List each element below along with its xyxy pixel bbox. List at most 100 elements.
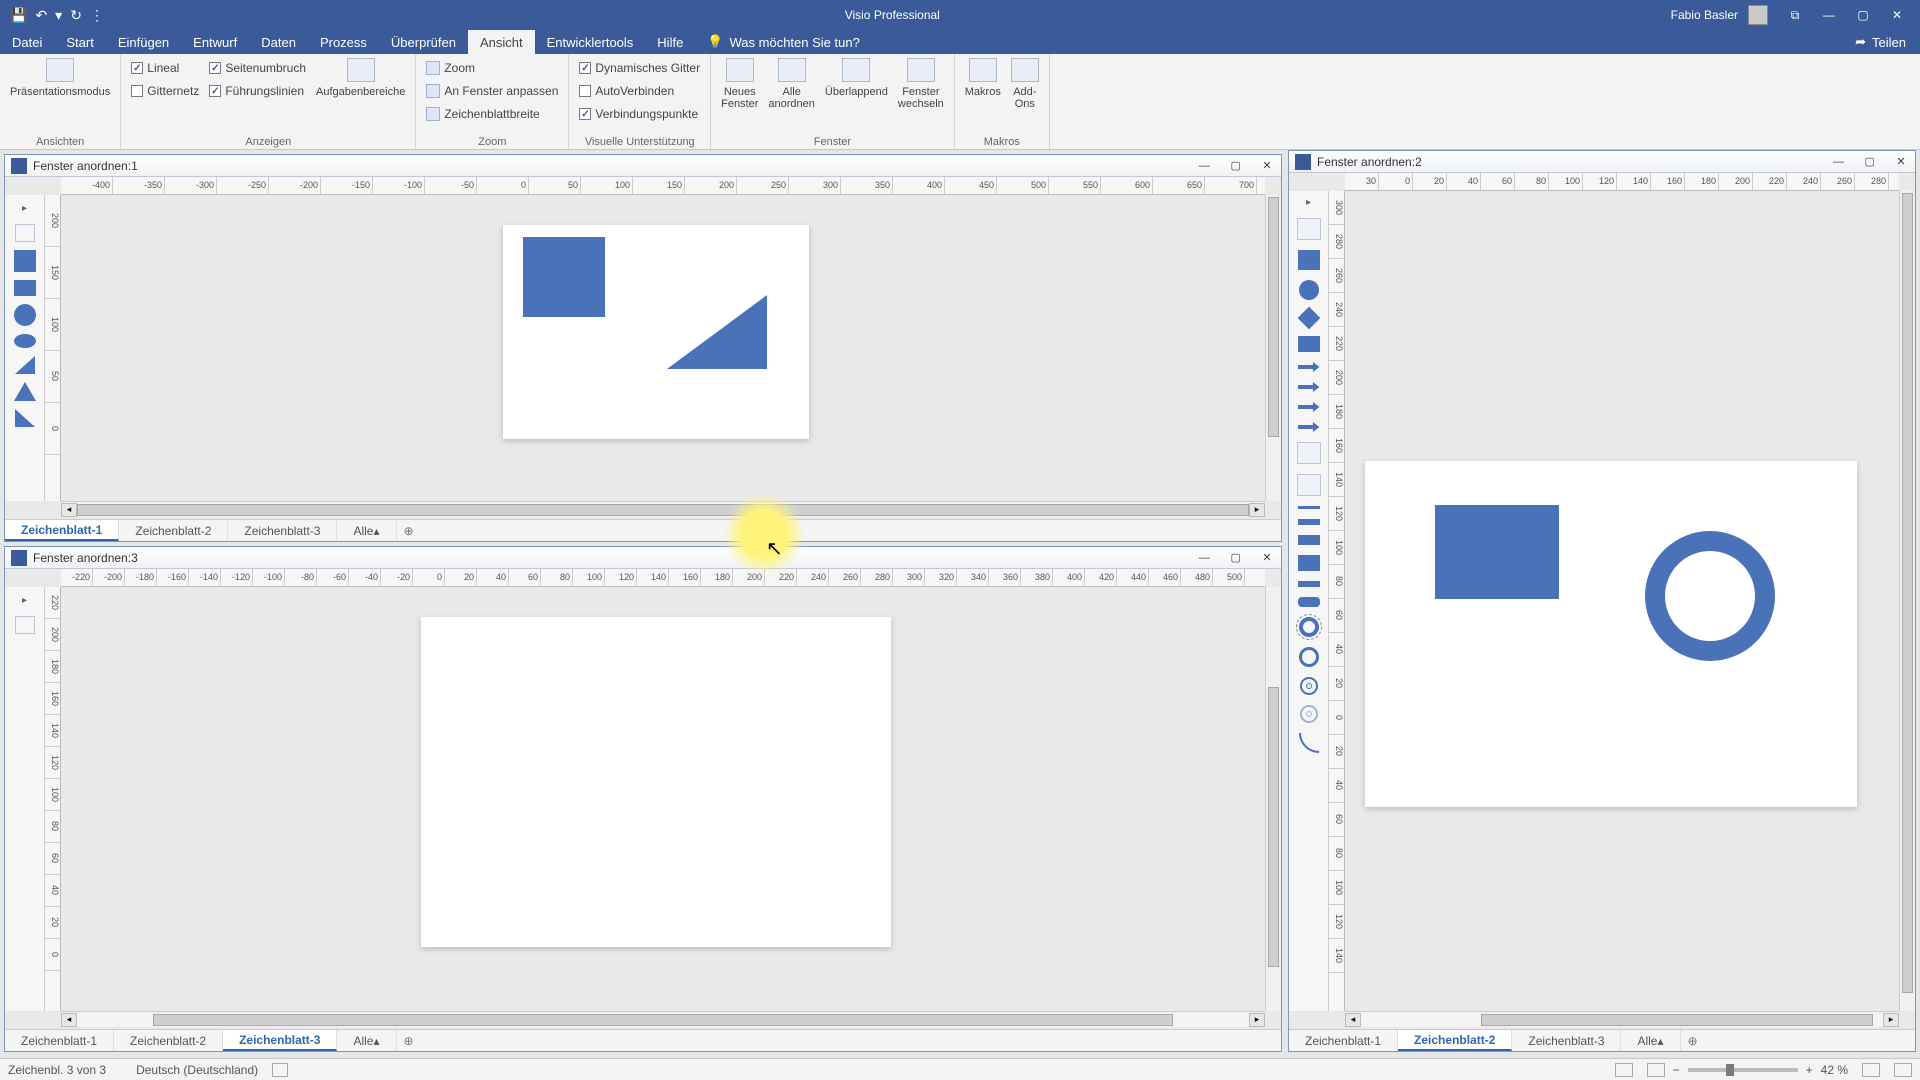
hscroll3-left-icon[interactable]: ◂ bbox=[61, 1013, 77, 1027]
hscrollbar-3[interactable]: ◂ ▸ bbox=[61, 1011, 1265, 1027]
ruler-vertical-3[interactable]: 220200180160140120100806040200 bbox=[45, 587, 61, 1011]
shape-right-triangle-2[interactable] bbox=[15, 409, 35, 427]
arrange-all-button[interactable]: Alle anordnen bbox=[768, 58, 815, 110]
doc2-close[interactable]: ✕ bbox=[1887, 150, 1915, 172]
undo-icon[interactable]: ↶ bbox=[35, 7, 47, 24]
ruler-vertical[interactable]: 200150100500 bbox=[45, 195, 61, 501]
ruler-horizontal-2[interactable]: 3002040608010012014016018020022024026028… bbox=[1345, 173, 1899, 191]
sp-pill[interactable] bbox=[1298, 597, 1320, 607]
gitternetz-checkbox[interactable]: Gitternetz bbox=[131, 81, 199, 101]
share-button[interactable]: ➦ Teilen bbox=[1841, 30, 1920, 54]
hscroll2-left-icon[interactable]: ◂ bbox=[1345, 1013, 1361, 1027]
add-tab-3[interactable]: ⊕ bbox=[397, 1030, 421, 1051]
shape-rect[interactable] bbox=[14, 280, 36, 296]
shape-blue-rectangle[interactable] bbox=[1435, 505, 1559, 599]
shape-blue-triangle[interactable] bbox=[667, 295, 767, 369]
sp-diamond[interactable] bbox=[1297, 307, 1320, 330]
shape-blue-square[interactable] bbox=[523, 237, 605, 317]
vscrollbar-2[interactable] bbox=[1899, 191, 1915, 1011]
sp-ring-2[interactable] bbox=[1299, 647, 1319, 667]
fuehrungslinien-checkbox[interactable]: Führungslinien bbox=[209, 81, 306, 101]
sp-target-2[interactable] bbox=[1300, 705, 1318, 723]
hscrollbar-1[interactable]: ◂ ▸ bbox=[61, 501, 1265, 517]
hscroll3-right-icon[interactable]: ▸ bbox=[1249, 1013, 1265, 1027]
tell-me[interactable]: 💡 Was möchten Sie tun? bbox=[695, 30, 872, 54]
fit-page-icon[interactable] bbox=[1862, 1063, 1880, 1077]
user-name[interactable]: Fabio Basler bbox=[1671, 8, 1738, 22]
sp-arrow-3[interactable] bbox=[1298, 402, 1320, 412]
language[interactable]: Deutsch (Deutschland) bbox=[136, 1063, 258, 1077]
new-window-button[interactable]: Neues Fenster bbox=[721, 58, 758, 110]
menu-start[interactable]: Start bbox=[54, 30, 105, 54]
doc3-maximize[interactable]: ▢ bbox=[1222, 546, 1250, 568]
shape-triangle[interactable] bbox=[14, 382, 36, 401]
tab2-blatt1[interactable]: Zeichenblatt-1 bbox=[1289, 1030, 1398, 1051]
drawing-page-2[interactable] bbox=[1365, 461, 1857, 807]
doc2-maximize[interactable]: ▢ bbox=[1856, 150, 1884, 172]
autoconnect-checkbox[interactable]: AutoVerbinden bbox=[579, 81, 700, 101]
doc-window-1-titlebar[interactable]: Fenster anordnen:1 — ▢ ✕ bbox=[5, 155, 1281, 177]
zoom-out-icon[interactable]: − bbox=[1673, 1063, 1680, 1077]
expand-shapes-icon[interactable]: ▸ bbox=[20, 201, 29, 216]
shape-tool-2-icon[interactable] bbox=[1297, 218, 1321, 240]
sp-arrow-4[interactable] bbox=[1298, 422, 1320, 432]
sp-bar-2[interactable] bbox=[1298, 535, 1320, 545]
fit-window-button[interactable]: An Fenster anpassen bbox=[426, 81, 558, 101]
menu-ansicht[interactable]: Ansicht bbox=[468, 30, 535, 54]
close-button[interactable]: ✕ bbox=[1880, 0, 1914, 30]
zoom-slider[interactable] bbox=[1688, 1068, 1798, 1072]
qa-dropdown-icon[interactable]: ▾ bbox=[55, 7, 62, 24]
sp-ring-selected[interactable] bbox=[1299, 617, 1319, 637]
hscroll2-right-icon[interactable]: ▸ bbox=[1883, 1013, 1899, 1027]
zoom-in-icon[interactable]: + bbox=[1806, 1063, 1813, 1077]
menu-daten[interactable]: Daten bbox=[249, 30, 308, 54]
tab1-blatt2[interactable]: Zeichenblatt-2 bbox=[119, 520, 228, 541]
doc3-minimize[interactable]: — bbox=[1190, 547, 1218, 569]
redo-icon[interactable]: ↻ bbox=[70, 7, 82, 24]
tab1-blatt3[interactable]: Zeichenblatt-3 bbox=[228, 520, 337, 541]
doc1-close[interactable]: ✕ bbox=[1253, 154, 1281, 176]
doc2-minimize[interactable]: — bbox=[1824, 151, 1852, 173]
doc-window-3-titlebar[interactable]: Fenster anordnen:3 — ▢ ✕ bbox=[5, 547, 1281, 569]
expand-shapes-3-icon[interactable]: ▸ bbox=[20, 593, 29, 608]
shape-square[interactable] bbox=[14, 250, 36, 272]
hscroll-right-icon[interactable]: ▸ bbox=[1249, 503, 1265, 517]
sp-circle[interactable] bbox=[1299, 280, 1319, 300]
sp-wide-rect[interactable] bbox=[1298, 555, 1320, 571]
seitenumbruch-checkbox[interactable]: Seitenumbruch bbox=[209, 58, 306, 78]
doc1-minimize[interactable]: — bbox=[1190, 155, 1218, 177]
menu-hilfe[interactable]: Hilfe bbox=[645, 30, 695, 54]
doc-window-2-titlebar[interactable]: Fenster anordnen:2 — ▢ ✕ bbox=[1289, 151, 1915, 173]
switch-window-button[interactable]: Fenster wechseln bbox=[898, 58, 944, 110]
hscroll-left-icon[interactable]: ◂ bbox=[61, 503, 77, 517]
tab1-blatt1[interactable]: Zeichenblatt-1 bbox=[5, 520, 119, 541]
tab3-blatt1[interactable]: Zeichenblatt-1 bbox=[5, 1030, 114, 1051]
drawing-page-3[interactable] bbox=[421, 617, 891, 947]
macro-record-icon[interactable] bbox=[272, 1063, 288, 1077]
menu-entwurf[interactable]: Entwurf bbox=[181, 30, 249, 54]
canvas-2[interactable] bbox=[1345, 191, 1899, 1011]
connection-points-checkbox[interactable]: Verbindungspunkte bbox=[579, 104, 700, 124]
minimize-button[interactable]: — bbox=[1812, 0, 1846, 30]
sp-square[interactable] bbox=[1298, 250, 1320, 270]
ruler-horizontal[interactable]: -400-350-300-250-200-150-100-50050100150… bbox=[61, 177, 1265, 195]
expand-shapes-2-icon[interactable]: ▸ bbox=[1306, 197, 1311, 208]
presentation-mode-button[interactable]: Präsentationsmodus bbox=[10, 58, 110, 98]
tab3-blatt2[interactable]: Zeichenblatt-2 bbox=[114, 1030, 223, 1051]
shape-tool-3-icon[interactable] bbox=[15, 616, 35, 634]
menu-prozess[interactable]: Prozess bbox=[308, 30, 379, 54]
qa-customize-icon[interactable]: ⋮ bbox=[90, 7, 104, 24]
drawing-page-1[interactable] bbox=[503, 225, 809, 439]
vscrollbar-3[interactable] bbox=[1265, 587, 1281, 1011]
sp-arrow-2[interactable] bbox=[1298, 382, 1320, 392]
shape-ellipse[interactable] bbox=[14, 334, 36, 348]
tab3-blatt3[interactable]: Zeichenblatt-3 bbox=[223, 1030, 337, 1051]
hscrollbar-2[interactable]: ◂ ▸ bbox=[1345, 1011, 1899, 1027]
ruler-vertical-2[interactable]: 3002802602402202001801601401201008060402… bbox=[1329, 191, 1345, 1011]
sp-bar-3[interactable] bbox=[1298, 581, 1320, 587]
zoom-button[interactable]: Zoom bbox=[426, 58, 558, 78]
vscrollbar-1[interactable] bbox=[1265, 195, 1281, 501]
fullscreen-icon[interactable] bbox=[1894, 1063, 1912, 1077]
sp-arc[interactable] bbox=[1299, 733, 1319, 753]
addons-button[interactable]: Add- Ons bbox=[1011, 58, 1039, 110]
